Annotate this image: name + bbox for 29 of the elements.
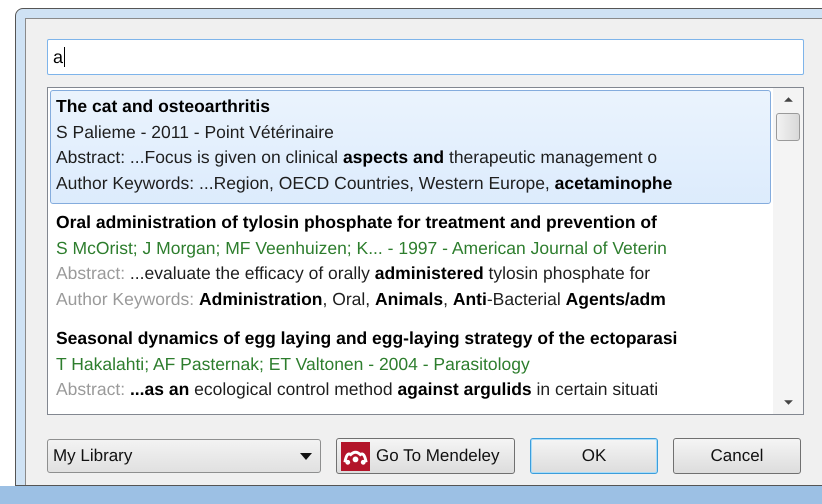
result-meta: S McOrist; J Morgan; MF Veenhuizen; K... - 1997 - American Journal of Veterin xyxy=(56,236,668,260)
keywords-text: Administration, Oral, Animals, Anti-Bacterial Agents/adm xyxy=(198,288,666,308)
search-field[interactable]: a xyxy=(47,39,804,75)
result-title: The cat and osteoarthritis xyxy=(56,95,271,118)
mendeley-logo-icon xyxy=(341,442,370,470)
keywords-label: Author Keywords: xyxy=(56,172,194,192)
result-meta: S Palieme - 2011 - Point Vétérinaire xyxy=(56,120,335,144)
abstract-label: Abstract: xyxy=(56,379,126,399)
abstract-text: ...as an ecological control method against argulids in certain situati xyxy=(128,379,658,399)
keywords-label: Author Keywords: xyxy=(56,288,194,308)
keywords-text: ...Region, OECD Countries, Western Europe, acetaminophe xyxy=(198,172,672,192)
caret-icon xyxy=(300,452,312,460)
result-meta: T Hakalahti; AF Pasternak; ET Valtonen - 2004 - Parasitology xyxy=(56,352,531,376)
go-to-mendeley-button[interactable]: Go To Mendeley xyxy=(336,438,515,474)
scrollbar[interactable] xyxy=(773,88,803,414)
abstract-text: ...evaluate the efficacy of orally administered tylosin phosphate for xyxy=(128,263,650,283)
scroll-up-icon[interactable] xyxy=(782,96,794,103)
abstract-text: ...Focus is given on clinical aspects and therapeutic management o xyxy=(128,147,658,167)
abstract-label: Abstract: xyxy=(56,263,126,283)
abstract-label: Abstract: xyxy=(56,147,126,167)
ok-button[interactable]: OK xyxy=(530,438,658,474)
result-item[interactable] xyxy=(50,90,771,204)
scroll-down-icon[interactable] xyxy=(782,399,794,406)
cancel-button[interactable]: Cancel xyxy=(673,438,801,474)
results-list[interactable] xyxy=(47,87,804,415)
scroll-thumb[interactable] xyxy=(776,113,800,141)
result-title: Oral administration of tylosin phosphate for treatment and prevention of xyxy=(56,211,658,234)
library-dropdown[interactable]: My Library xyxy=(47,439,321,473)
result-title: Seasonal dynamics of egg laying and egg-laying strategy of the ectoparasi xyxy=(56,327,678,350)
